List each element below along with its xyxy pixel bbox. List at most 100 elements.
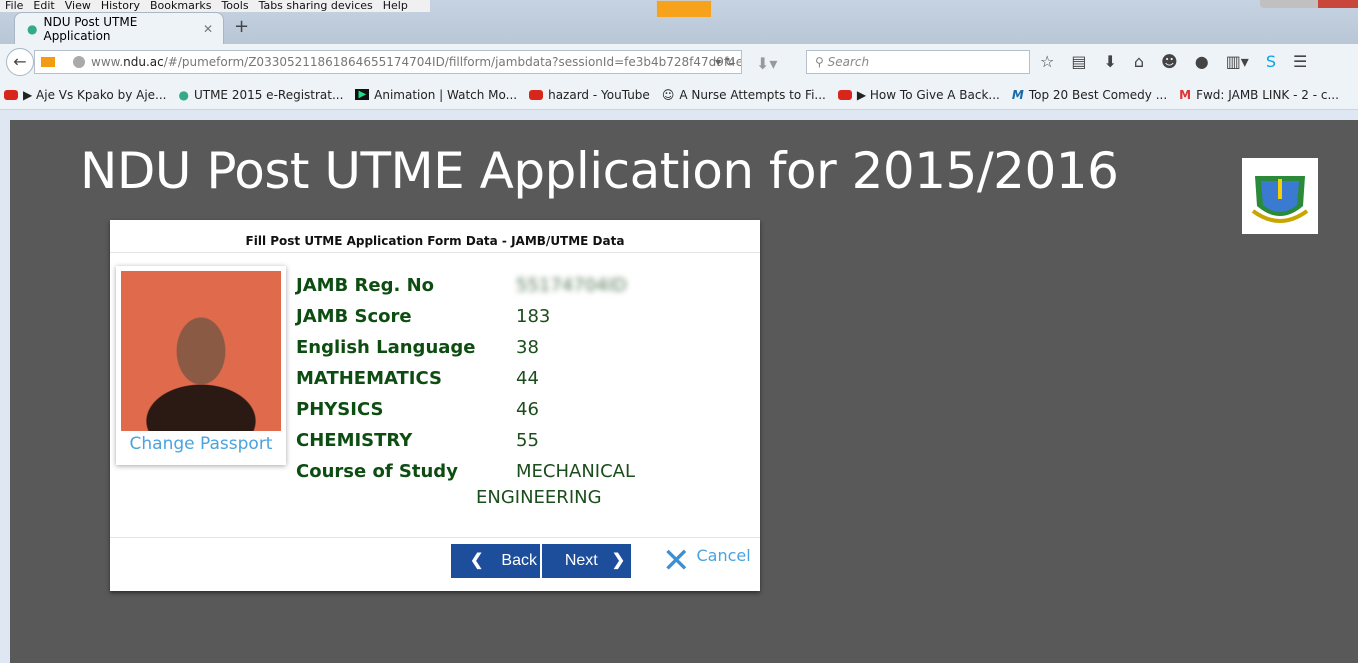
window-close-button[interactable] <box>1318 0 1358 8</box>
menu-edit[interactable]: Edit <box>33 0 54 12</box>
download-icon[interactable]: ⬇ <box>1103 52 1116 71</box>
m-logo-icon: M <box>1011 87 1024 102</box>
field-label: JAMB Score <box>296 306 412 327</box>
field-label: English Language <box>296 337 476 358</box>
page-icon: ☺ <box>661 87 675 102</box>
bookmark-star-icon[interactable]: ☆ <box>1040 52 1054 71</box>
field-value: 55 <box>516 430 539 451</box>
back-button[interactable]: ❮ Back <box>451 544 540 578</box>
firefox-hello-icon[interactable] <box>656 0 712 18</box>
url-bar[interactable]: www.ndu.ac/#/pumeform/Z03305211861864655… <box>34 50 742 74</box>
bookmark-item[interactable]: ▶ Animation | Watch Mo... <box>355 88 517 102</box>
field-label: JAMB Reg. No <box>296 275 435 296</box>
close-x-icon: ✕ <box>662 541 691 581</box>
jamb-data-list: JAMB Reg. No 55174704ID JAMB Score 183 Eng… <box>296 270 635 487</box>
search-placeholder: Search <box>827 55 870 69</box>
bookmark-item[interactable]: ☺ A Nurse Attempts to Fi... <box>662 88 826 102</box>
bookmark-label: hazard - YouTube <box>548 87 650 102</box>
field-row-english: English Language 38 <box>296 332 635 363</box>
field-label: MATHEMATICS <box>296 368 443 389</box>
field-row-reg-no: JAMB Reg. No 55174704ID <box>296 270 635 301</box>
form-footer-divider <box>110 537 760 538</box>
passport-photo <box>121 271 281 431</box>
field-label: Course of Study <box>296 461 458 482</box>
tab-title: NDU Post UTME Application <box>43 14 138 43</box>
bookmark-label: Animation | Watch Mo... <box>374 87 518 102</box>
menu-file[interactable]: File <box>5 0 23 12</box>
camera-icon <box>41 57 55 67</box>
reload-icon[interactable]: ▾ ↻ <box>715 51 735 73</box>
menu-tools[interactable]: Tools <box>221 0 248 12</box>
play-icon: ▶ <box>355 89 370 100</box>
clipboard-icon[interactable]: ▥▾ <box>1226 52 1249 71</box>
form-card: Fill Post UTME Application Form Data - J… <box>110 220 760 591</box>
url-prefix: www. <box>91 55 124 69</box>
extension-icon[interactable]: ● <box>1195 52 1209 71</box>
url-domain: ndu.ac <box>123 55 164 69</box>
bookmark-item[interactable]: hazard - YouTube <box>529 88 650 102</box>
bookmark-item[interactable]: ▶ Aje Vs Kpako by Aje... <box>4 88 166 102</box>
menu-bookmarks[interactable]: Bookmarks <box>150 0 211 12</box>
bookmark-label: ▶ How To Give A Back... <box>856 87 1000 102</box>
field-row-course: Course of Study MECHANICAL <box>296 456 635 487</box>
field-row-score: JAMB Score 183 <box>296 301 635 332</box>
cancel-button[interactable]: ✕ Cancel <box>662 541 751 581</box>
reading-list-icon[interactable]: ▤ <box>1071 52 1086 71</box>
cancel-label: Cancel <box>696 546 751 565</box>
blocked-download-icon[interactable]: ⬇▾ <box>756 54 777 73</box>
menu-history[interactable]: History <box>101 0 140 12</box>
bookmarks-bar: ▶ Aje Vs Kpako by Aje... ● UTME 2015 e-Re… <box>0 80 1358 110</box>
menu-bar: File Edit View History Bookmarks Tools Tabs sh… <box>0 0 430 12</box>
tab-ndu[interactable]: ● NDU Post UTME Application ✕ <box>14 12 224 44</box>
home-icon[interactable]: ⌂ <box>1134 52 1144 71</box>
toolbar-icons: ☆ ▤ ⬇ ⌂ ☻ ● ▥▾ S ☰ <box>1040 52 1307 71</box>
chat-icon[interactable]: ☻ <box>1161 52 1178 71</box>
back-label: Back <box>501 552 537 569</box>
skype-icon[interactable]: S <box>1266 52 1276 71</box>
change-passport-link[interactable]: Change Passport <box>116 434 286 454</box>
field-value: 46 <box>516 399 539 420</box>
passport-panel: Change Passport <box>116 266 286 465</box>
gmail-icon: M <box>1179 87 1192 102</box>
field-row-physics: PHYSICS 46 <box>296 394 635 425</box>
bookmark-item[interactable]: ▶ How To Give A Back... <box>837 87 1000 102</box>
menu-help[interactable]: Help <box>383 0 408 12</box>
chevron-left-icon: ❮ <box>470 552 484 569</box>
field-value: 183 <box>516 306 551 327</box>
page-content: NDU Post UTME Application for 2015/2016 … <box>10 120 1358 663</box>
field-label: CHEMISTRY <box>296 430 413 451</box>
bookmark-label: UTME 2015 e-Registrat... <box>193 87 344 102</box>
tab-close-icon[interactable]: ✕ <box>203 22 213 36</box>
new-tab-button[interactable]: + <box>234 16 249 37</box>
chevron-right-icon: ❯ <box>611 552 626 569</box>
globe-icon <box>73 56 85 68</box>
window-controls[interactable] <box>1260 0 1358 8</box>
bookmark-item[interactable]: M Fwd: JAMB LINK - 2 - c... <box>1179 88 1339 102</box>
bookmark-label: A Nurse Attempts to Fi... <box>679 87 826 102</box>
field-label: PHYSICS <box>296 399 384 420</box>
page-title: NDU Post UTME Application for 2015/2016 <box>80 142 1119 200</box>
bookmark-label: ▶ Aje Vs Kpako by Aje... <box>23 87 167 102</box>
menu-tabs-sharing[interactable]: Tabs sharing devices <box>259 0 373 12</box>
youtube-icon <box>529 89 544 100</box>
field-value: 38 <box>516 337 539 358</box>
university-logo <box>1242 158 1318 234</box>
search-input[interactable]: ⚲ Search <box>806 50 1030 74</box>
field-row-chemistry: CHEMISTRY 55 <box>296 425 635 456</box>
menu-view[interactable]: View <box>65 0 91 12</box>
url-path: /#/pumeform/Z03305211861864655174704ID/f… <box>163 55 742 69</box>
course-value-line2: ENGINEERING <box>476 487 602 508</box>
back-arrow-icon[interactable]: ← <box>6 48 34 76</box>
site-favicon-icon: ● <box>27 21 38 36</box>
bookmark-item[interactable]: M Top 20 Best Comedy ... <box>1012 88 1167 102</box>
field-row-mathematics: MATHEMATICS 44 <box>296 363 635 394</box>
next-button[interactable]: Next ❯ <box>542 544 631 578</box>
next-label: Next <box>564 552 598 569</box>
field-value: 55174704ID <box>516 275 627 296</box>
bookmark-item[interactable]: ● UTME 2015 e-Registrat... <box>178 88 343 102</box>
nav-toolbar: ← www.ndu.ac/#/pumeform/Z033052118618646… <box>0 44 1358 80</box>
bookmark-label: Fwd: JAMB LINK - 2 - c... <box>1196 87 1339 102</box>
menu-hamburger-icon[interactable]: ☰ <box>1293 52 1307 71</box>
youtube-icon <box>4 89 18 100</box>
field-value: MECHANICAL <box>516 461 636 482</box>
